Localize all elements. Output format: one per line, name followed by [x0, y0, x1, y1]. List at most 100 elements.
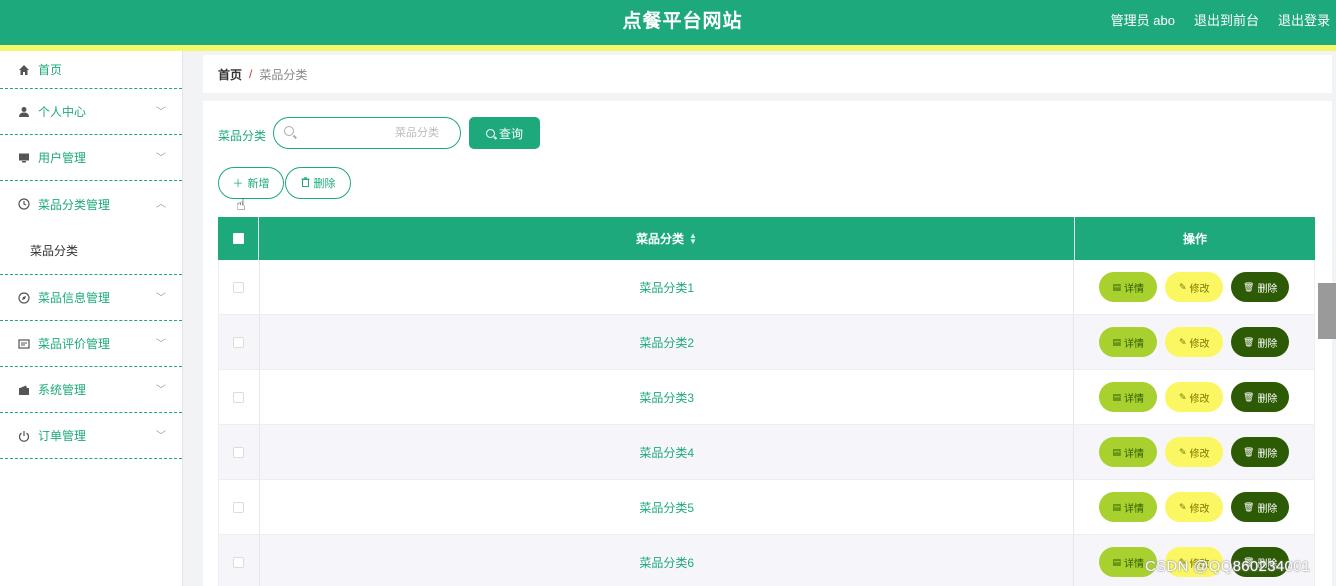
chevron-down-icon: ﹀: [156, 106, 166, 118]
row-actions-cell: ▤ 详情 ✎ 修改 🗑 删除: [1074, 315, 1314, 369]
row-check-cell: [219, 535, 260, 586]
sidebar: 首页 个人中心 ﹀ 用户管理 ﹀ 菜品分类管理 ︿ 菜品分类 菜品信息管理 ﹀: [0, 51, 183, 586]
home-icon: [18, 64, 30, 76]
row-checkbox[interactable]: [233, 281, 245, 293]
column-header-label: 菜品分类: [636, 232, 685, 246]
search-icon: [485, 128, 495, 138]
sidebar-item-label: 系统管理: [38, 383, 87, 397]
row-checkbox[interactable]: [233, 446, 245, 458]
search-label: 菜品分类: [218, 129, 267, 143]
sidebar-item-home[interactable]: 首页: [0, 51, 182, 89]
table-row: 菜品分类4 ▤ 详情 ✎ 修改 🗑 删除: [218, 425, 1315, 480]
table-row: 菜品分类2 ▤ 详情 ✎ 修改 🗑 删除: [218, 315, 1315, 370]
detail-button[interactable]: ▤ 详情: [1099, 492, 1158, 522]
sidebar-item-system-management[interactable]: 系统管理 ﹀: [0, 367, 182, 413]
row-checkbox[interactable]: [233, 501, 245, 513]
category-name: 菜品分类2: [639, 335, 695, 350]
delete-button[interactable]: 🗑 删除: [1231, 437, 1290, 467]
table-body: 菜品分类1 ▤ 详情 ✎ 修改 🗑 删除 菜品分类2 ▤ 详情 ✎ 修改 🗑 删除 菜品分类…: [218, 260, 1315, 586]
sort-icon[interactable]: ▲ ▼: [689, 231, 697, 245]
sidebar-item-dish-review-management[interactable]: 菜品评价管理 ﹀: [0, 321, 182, 367]
column-header-category[interactable]: 菜品分类 ▲ ▼: [259, 217, 1075, 260]
header-links: 管理员 abo 退出到前台 退出登录: [1111, 10, 1330, 29]
edit-button[interactable]: ✎ 修改: [1165, 272, 1224, 302]
search-input[interactable]: [298, 118, 453, 148]
breadcrumb: 首页 / 菜品分类: [203, 55, 1332, 93]
header-accent-stripe: [0, 45, 1336, 51]
edit-label: 修改: [1189, 338, 1210, 350]
sidebar-item-label: 菜品评价管理: [38, 337, 111, 351]
query-button[interactable]: 查询: [469, 117, 540, 149]
delete-label: 删除: [1257, 283, 1278, 295]
search-field[interactable]: [273, 117, 461, 149]
sidebar-item-label: 菜品信息管理: [38, 291, 111, 305]
row-actions-cell: ▤ 详情 ✎ 修改 🗑 删除: [1074, 370, 1314, 424]
sidebar-item-user-management[interactable]: 用户管理 ﹀: [0, 135, 182, 181]
submenu-item-label: 菜品分类: [30, 244, 79, 258]
row-checkbox[interactable]: [233, 391, 245, 403]
category-name-cell: 菜品分类4: [260, 425, 1075, 479]
detail-label: 详情: [1123, 283, 1144, 295]
detail-button[interactable]: ▤ 详情: [1099, 437, 1158, 467]
column-header-label: 操作: [1182, 232, 1207, 246]
detail-label: 详情: [1123, 558, 1144, 570]
row-actions-cell: ▤ 详情 ✎ 修改 🗑 删除: [1074, 425, 1314, 479]
category-name: 菜品分类6: [639, 555, 695, 570]
edit-button[interactable]: ✎ 修改: [1165, 382, 1224, 412]
row-check-cell: [219, 425, 260, 479]
watermark: CSDN @QQ860234001: [1145, 558, 1311, 575]
submenu-item-category[interactable]: 菜品分类: [0, 227, 182, 275]
delete-button[interactable]: 🗑 删除: [1231, 492, 1290, 522]
page-scrollbar[interactable]: [1318, 283, 1336, 339]
logout-link[interactable]: 退出登录: [1278, 10, 1330, 29]
document-icon: ▤: [1112, 336, 1121, 347]
edit-label: 修改: [1189, 283, 1210, 295]
edit-button[interactable]: ✎ 修改: [1165, 327, 1224, 357]
chevron-up-icon: ︿: [156, 199, 166, 210]
sidebar-item-category-management[interactable]: 菜品分类管理 ︿: [0, 181, 182, 227]
detail-button[interactable]: ▤ 详情: [1099, 272, 1158, 302]
trash-icon: 🗑: [1243, 501, 1255, 512]
select-all-checkbox[interactable]: [232, 233, 244, 244]
document-icon: ▤: [1112, 281, 1121, 292]
message-icon: [18, 338, 30, 350]
search-icon: [284, 126, 294, 136]
category-name-cell: 菜品分类2: [260, 315, 1075, 369]
category-name: 菜品分类3: [639, 390, 695, 405]
edit-button[interactable]: ✎ 修改: [1165, 492, 1224, 522]
sidebar-item-personal-center[interactable]: 个人中心 ﹀: [0, 89, 182, 135]
hand-cursor-icon: ☝: [236, 197, 246, 214]
trash-icon: 🗑: [1243, 281, 1255, 292]
detail-label: 详情: [1123, 338, 1144, 350]
pencil-icon: ✎: [1178, 446, 1187, 457]
exit-to-frontend-link[interactable]: 退出到前台: [1194, 10, 1259, 29]
row-checkbox[interactable]: [233, 556, 245, 568]
detail-label: 详情: [1123, 448, 1144, 460]
batch-delete-button[interactable]: 删除: [285, 167, 351, 199]
delete-button[interactable]: 🗑 删除: [1231, 382, 1290, 412]
add-button[interactable]: ＋ 新增: [218, 167, 284, 199]
row-checkbox[interactable]: [233, 336, 245, 348]
document-icon: ▤: [1112, 446, 1121, 457]
breadcrumb-home[interactable]: 首页: [218, 66, 242, 83]
sidebar-item-order-management[interactable]: 订单管理 ﹀: [0, 413, 182, 459]
category-name: 菜品分类1: [639, 280, 695, 295]
add-button-label: 新增: [247, 178, 270, 190]
detail-button[interactable]: ▤ 详情: [1099, 382, 1158, 412]
delete-label: 删除: [1257, 393, 1278, 405]
document-icon: ▤: [1112, 391, 1121, 402]
sidebar-item-dish-info-management[interactable]: 菜品信息管理 ﹀: [0, 275, 182, 321]
delete-label: 删除: [1257, 448, 1278, 460]
table-row: 菜品分类1 ▤ 详情 ✎ 修改 🗑 删除: [218, 260, 1315, 315]
chevron-down-icon: ﹀: [156, 430, 166, 442]
query-button-label: 查询: [498, 126, 523, 141]
sidebar-item-label: 个人中心: [38, 105, 87, 119]
admin-user-link[interactable]: 管理员 abo: [1111, 10, 1175, 29]
edit-button[interactable]: ✎ 修改: [1165, 437, 1224, 467]
delete-button[interactable]: 🗑 删除: [1231, 327, 1290, 357]
delete-button[interactable]: 🗑 删除: [1231, 272, 1290, 302]
detail-button[interactable]: ▤ 详情: [1099, 327, 1158, 357]
edit-label: 修改: [1189, 503, 1210, 515]
power-icon: [18, 430, 30, 442]
breadcrumb-current: 菜品分类: [259, 67, 308, 82]
